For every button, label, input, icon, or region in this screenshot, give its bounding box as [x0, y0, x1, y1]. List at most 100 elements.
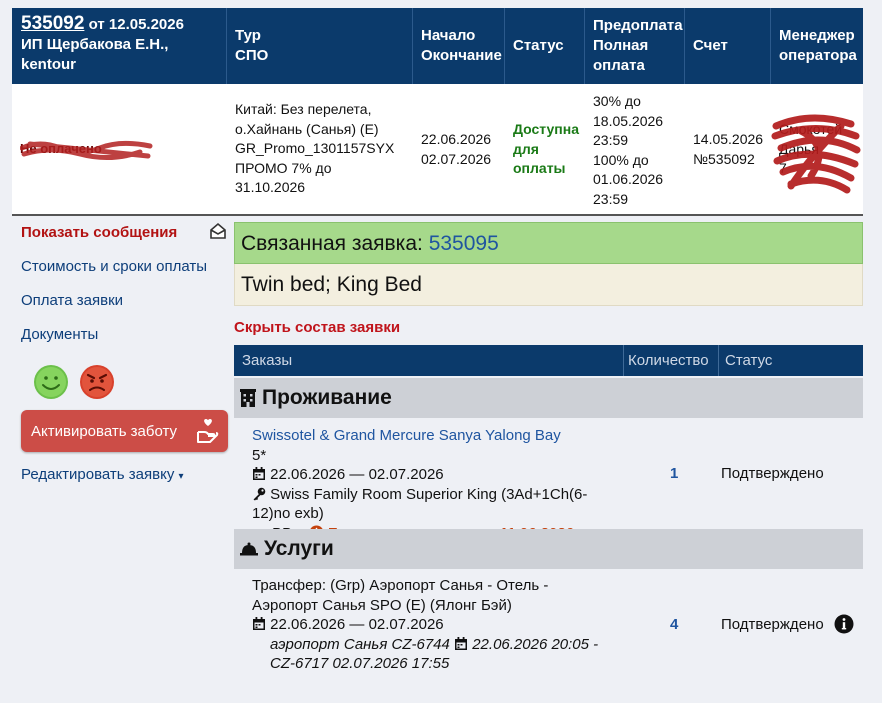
caret-down-icon: ▾ [178, 471, 184, 482]
order-notes: Twin bed; King Bed [234, 264, 863, 306]
tour-cell: Китай: Без перелета, о.Хайнань (Санья) (… [227, 84, 413, 214]
status-text: оплаты [513, 160, 566, 176]
col-invoice: Счет [693, 37, 728, 54]
orders-table-header: 535092 от 12.05.2026 ИП Щербакова Е.Н., … [12, 8, 863, 84]
room-description: Swiss Family Room Superior King (3Ad+1Ch… [270, 485, 588, 503]
activate-care-button[interactable]: Активировать заботу [21, 410, 228, 452]
start-date: 22.06.2026 [421, 131, 492, 147]
payment-terms-cell: 30% до 18.05.2026 23:59 100% до 01.06.20… [585, 84, 685, 214]
col-operator: оператора [779, 47, 857, 64]
redaction-scribble [771, 114, 861, 194]
order-header-cell: 535092 от 12.05.2026 ИП Щербакова Е.Н., … [12, 8, 227, 84]
calendar-icon [253, 617, 265, 630]
linked-order-number[interactable]: 535095 [429, 232, 499, 255]
services-table-header: Заказы Количество Статус [234, 345, 863, 376]
care-hand-icon [197, 418, 219, 443]
transfer-dates: 22.06.2026 — 02.07.2026 [270, 616, 444, 633]
spo-line: 31.10.2026 [235, 179, 306, 195]
status-cell: Доступна для оплаты [505, 84, 585, 214]
accommodation-dates: 22.06.2026 — 02.07.2026 [270, 466, 444, 483]
show-messages-link[interactable]: Показать сообщения [21, 224, 177, 241]
flight-info: аэропорт Санья CZ-6744 [270, 635, 450, 653]
angry-face-icon[interactable] [79, 364, 115, 400]
tour-line: Китай: Без перелета, [235, 101, 372, 117]
full-time: 23:59 [593, 190, 629, 207]
col-tour: Тур [235, 27, 261, 44]
col-status: Статус [513, 37, 564, 54]
room-description-cont: 12)no exb) [252, 505, 324, 522]
building-icon [240, 389, 256, 407]
linked-order-banner: Связанная заявка: 535095 [234, 222, 863, 264]
prepay-date: 18.05.2026 [593, 112, 664, 129]
accommodation-section-header: Проживание [234, 378, 863, 418]
manager-header: Менеджер оператора [771, 8, 863, 84]
flight-info-return: CZ-6717 02.07.2026 17:55 [270, 655, 450, 672]
full-date: 01.06.2026 [593, 171, 664, 187]
agent-login: kentour [21, 56, 77, 73]
col-status: Статус [725, 352, 773, 369]
linked-order-label: Связанная заявка: [241, 232, 423, 255]
accommodation-quantity: 1 [670, 465, 679, 482]
status-header: Статус [505, 8, 585, 84]
col-quantity: Количество [624, 345, 719, 376]
flight-info-date: 22.06.2026 20:05 - [472, 635, 599, 653]
order-date: от 12.05.2026 [88, 16, 184, 33]
payment-state-cell: Не оплачено [12, 84, 227, 214]
transfer-description-cont: Аэропорт Санья SPO (E) (Ялонг Бэй) [252, 596, 512, 614]
status-text: Доступна [513, 121, 579, 137]
col-prepay: Предоплата [593, 17, 683, 34]
tour-header: Тур СПО [227, 8, 413, 84]
transfer-item: Трансфер: (Grp) Аэропорт Санья - Отель -… [252, 576, 598, 674]
hotel-stars: 5* [252, 446, 267, 464]
hide-composition-link[interactable]: Скрыть состав заявки [234, 319, 400, 336]
dates-header: Начало Окончание [413, 8, 505, 84]
invoice-header: Счет [685, 8, 771, 84]
tour-line: о.Хайнань (Санья) (E) [235, 120, 379, 137]
end-date: 02.07.2026 [421, 150, 492, 167]
edit-order-label: Редактировать заявку [21, 466, 175, 483]
col-start: Начало [421, 27, 476, 44]
prepay-time: 23:59 [593, 132, 629, 148]
col-spo: СПО [235, 47, 269, 64]
accommodation-item: Swissotel & Grand Mercure Sanya Yalong B… [252, 426, 587, 543]
services-section-header: Услуги [234, 529, 863, 569]
agent-name: ИП Щербакова Е.Н., [21, 36, 169, 53]
col-manager: Менеджер [779, 27, 855, 44]
smile-icon[interactable] [33, 364, 69, 400]
pay-order-link[interactable]: Оплата заявки [21, 292, 123, 309]
payment-header: Предоплата Полная оплата [585, 8, 685, 84]
redaction-scribble [20, 140, 153, 160]
transfer-description: Трансфер: (Grp) Аэропорт Санья - Отель - [252, 577, 549, 594]
col-payment: оплата [593, 57, 645, 74]
invoice-number[interactable]: №535092 [693, 151, 755, 167]
envelope-icon[interactable] [209, 222, 227, 240]
manager-cell: Смокотей Дарья 7 [771, 84, 863, 214]
prepay-percent: 30% до [593, 93, 641, 109]
full-percent: 100% до [593, 151, 649, 168]
calendar-icon [253, 467, 265, 480]
services-title: Услуги [264, 537, 334, 560]
spo-line: ПРОМО 7% до [235, 159, 332, 176]
order-number-link[interactable]: 535092 [21, 13, 84, 34]
col-orders: Заказы [234, 345, 624, 376]
documents-link[interactable]: Документы [21, 326, 98, 343]
cost-terms-link[interactable]: Стоимость и сроки оплаты [21, 258, 207, 275]
transfer-status: Подтверждено [721, 616, 824, 633]
status-text: для [513, 140, 539, 157]
transfer-quantity: 4 [670, 616, 679, 633]
accommodation-status: Подтверждено [721, 465, 824, 482]
dates-cell: 22.06.2026 02.07.2026 [413, 84, 505, 214]
key-icon [253, 487, 266, 500]
info-icon[interactable] [834, 614, 854, 634]
invoice-cell: 14.05.2026 №535092 [685, 84, 771, 214]
accommodation-title: Проживание [262, 386, 392, 409]
hotel-name-link[interactable]: Swissotel & Grand Mercure Sanya Yalong B… [252, 427, 561, 444]
calendar-icon [455, 636, 468, 650]
edit-order-dropdown[interactable]: Редактировать заявку ▾ [21, 466, 184, 483]
spo-line: GR_Promo_1301157SYX [235, 140, 395, 156]
invoice-date: 14.05.2026 [693, 131, 764, 147]
col-end: Окончание [421, 47, 502, 64]
col-full: Полная [593, 37, 649, 54]
activate-care-label: Активировать заботу [31, 422, 178, 440]
order-row: Не оплачено Китай: Без перелета, о.Хайна… [12, 84, 863, 216]
